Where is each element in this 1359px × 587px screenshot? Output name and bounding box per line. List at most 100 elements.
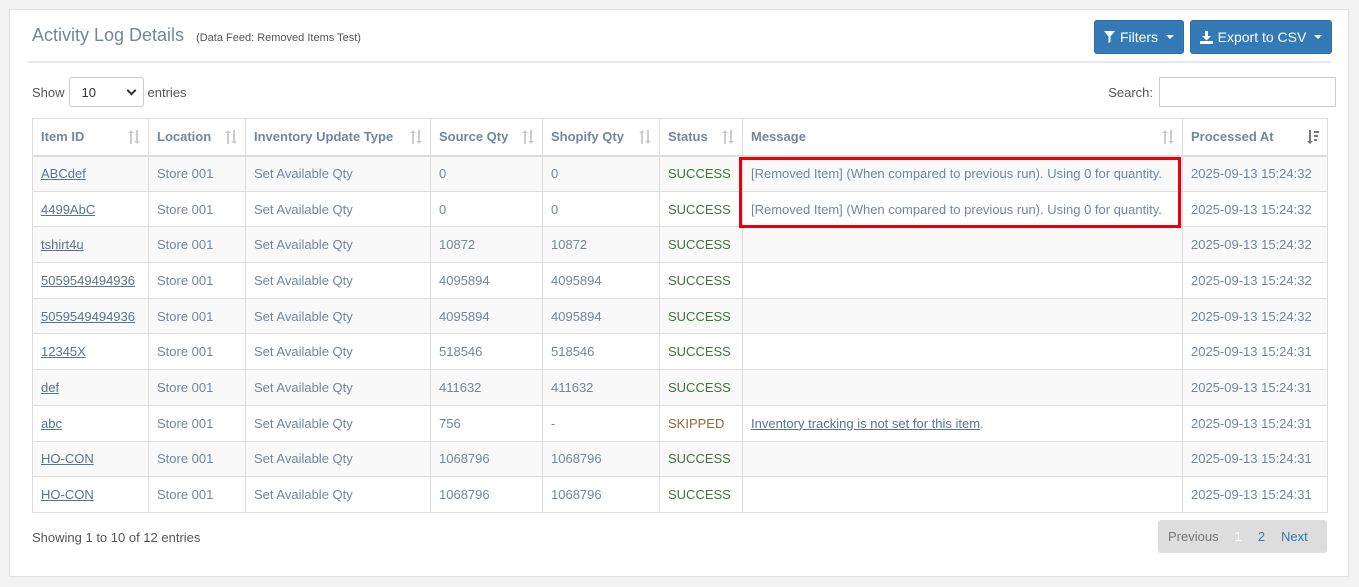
cell-update-type: Set Available Qty <box>245 404 431 442</box>
cell-item-id: tshirt4u <box>32 226 149 264</box>
table-row: tshirt4u Store 001 Set Available Qty 10872 1… <box>32 226 1328 264</box>
item-id-link[interactable]: abc <box>41 416 62 431</box>
cell-item-id: HO-CON <box>32 476 149 513</box>
sort-icon <box>128 130 140 147</box>
column-header-inventory-update-type[interactable]: Inventory Update Type <box>245 118 431 157</box>
cell-status: SUCCESS <box>659 155 743 192</box>
pagination-next[interactable]: Next <box>1273 529 1316 544</box>
cell-status: SUCCESS <box>659 333 743 371</box>
item-id-link[interactable]: 12345X <box>41 344 86 359</box>
cell-source-qty: 0 <box>430 190 543 228</box>
item-id-link[interactable]: 4499AbC <box>41 202 95 217</box>
column-header-label: Location <box>157 129 212 145</box>
pagination-page-2[interactable]: 2 <box>1250 529 1273 544</box>
cell-update-type: Set Available Qty <box>245 297 431 335</box>
cell-item-id: 4499AbC <box>32 190 149 228</box>
cell-location: Store 001 <box>148 440 246 478</box>
cell-shopify-qty: 0 <box>542 190 660 228</box>
item-id-link[interactable]: HO-CON <box>41 487 94 502</box>
page-title-text: Activity Log Details <box>32 25 185 45</box>
column-header-label: Source Qty <box>439 129 509 145</box>
cell-processed-at: 2025-09-13 15:24:32 <box>1182 226 1328 264</box>
table-row: HO-CON Store 001 Set Available Qty 1068796 1… <box>32 476 1328 513</box>
search-input[interactable] <box>1159 77 1336 107</box>
column-header-shopify-qty[interactable]: Shopify Qty <box>542 118 660 157</box>
entries-label: entries <box>147 84 187 100</box>
cell-location: Store 001 <box>148 476 246 513</box>
entries-select[interactable]: 10 <box>68 77 144 107</box>
activity-log-table: Item ID Location Inventory Update Type Sour… <box>32 118 1328 513</box>
cell-shopify-qty: 4095894 <box>542 262 660 299</box>
entries-select-value: 10 <box>81 84 96 100</box>
cell-location: Store 001 <box>148 226 246 264</box>
item-id-link[interactable]: HO-CON <box>41 451 94 466</box>
cell-processed-at: 2025-09-13 15:24:31 <box>1182 476 1328 513</box>
pagination-page-1[interactable]: 1 <box>1227 529 1250 544</box>
column-header-processed-at[interactable]: Processed At <box>1182 118 1328 157</box>
sort-icon <box>1162 130 1174 147</box>
cell-status: SUCCESS <box>659 226 743 264</box>
column-header-item-id[interactable]: Item ID <box>32 118 149 157</box>
cell-source-qty: 756 <box>430 404 543 442</box>
filter-icon <box>1103 31 1115 43</box>
item-id-link[interactable]: def <box>41 380 59 395</box>
column-header-label: Shopify Qty <box>551 129 624 145</box>
filters-button-label: Filters <box>1119 29 1159 45</box>
sort-desc-icon <box>1307 130 1319 147</box>
cell-status: SUCCESS <box>659 440 743 478</box>
pagination-previous[interactable]: Previous <box>1158 529 1227 544</box>
cell-source-qty: 1068796 <box>430 476 543 513</box>
table-info: Showing 1 to 10 of 12 entries <box>32 530 201 545</box>
message-link[interactable]: Inventory tracking is not set for this i… <box>751 416 980 431</box>
cell-item-id: 12345X <box>32 333 149 371</box>
cell-message: [Removed Item] (When compared to previou… <box>742 190 1183 228</box>
caret-down-icon <box>1166 35 1175 39</box>
activity-log-panel: Activity Log Details (Data Feed: Removed … <box>9 9 1349 577</box>
cell-shopify-qty: 4095894 <box>542 297 660 335</box>
column-header-status[interactable]: Status <box>659 118 743 157</box>
cell-update-type: Set Available Qty <box>245 440 431 478</box>
column-header-label: Item ID <box>41 129 85 145</box>
cell-location: Store 001 <box>148 190 246 228</box>
search-control: Search: <box>1108 77 1336 107</box>
table-row: def Store 001 Set Available Qty 411632 41163… <box>32 369 1328 406</box>
export-button-label: Export to CSV <box>1217 29 1307 45</box>
cell-processed-at: 2025-09-13 15:24:31 <box>1182 369 1328 406</box>
item-id-link[interactable]: ABCdef <box>41 166 86 181</box>
item-id-link[interactable]: tshirt4u <box>41 237 84 252</box>
table-body: ABCdef Store 001 Set Available Qty 0 0 SUCCES… <box>32 155 1328 513</box>
cell-source-qty: 0 <box>430 155 543 192</box>
table-header-row: Item ID Location Inventory Update Type Sour… <box>32 118 1328 157</box>
cell-message <box>742 226 1183 264</box>
column-header-location[interactable]: Location <box>148 118 246 157</box>
column-header-source-qty[interactable]: Source Qty <box>430 118 543 157</box>
column-header-label: Status <box>668 129 708 145</box>
table-row: 5059549494936 Store 001 Set Available Qty 4… <box>32 262 1328 299</box>
panel-header: Activity Log Details (Data Feed: Removed … <box>28 10 1332 63</box>
cell-message <box>742 476 1183 513</box>
column-header-label: Processed At <box>1191 129 1274 145</box>
cell-update-type: Set Available Qty <box>245 262 431 299</box>
item-id-link[interactable]: 5059549494936 <box>41 273 135 288</box>
item-id-link[interactable]: 5059549494936 <box>41 309 135 324</box>
table-row: 12345X Store 001 Set Available Qty 518546 51… <box>32 333 1328 371</box>
cell-shopify-qty: 1068796 <box>542 440 660 478</box>
export-csv-button[interactable]: Export to CSV <box>1190 20 1332 54</box>
cell-source-qty: 411632 <box>430 369 543 406</box>
cell-location: Store 001 <box>148 297 246 335</box>
cell-status: SUCCESS <box>659 190 743 228</box>
pagination: Previous 1 2 Next <box>1158 520 1327 553</box>
cell-update-type: Set Available Qty <box>245 369 431 406</box>
column-header-message[interactable]: Message <box>742 118 1183 157</box>
table-row: 4499AbC Store 001 Set Available Qty 0 0 SUCCE… <box>32 190 1328 228</box>
cell-update-type: Set Available Qty <box>245 476 431 513</box>
page-title: Activity Log Details (Data Feed: Removed … <box>32 25 361 46</box>
filters-button[interactable]: Filters <box>1094 20 1184 54</box>
cell-source-qty: 10872 <box>430 226 543 264</box>
cell-processed-at: 2025-09-13 15:24:31 <box>1182 333 1328 371</box>
cell-item-id: ABCdef <box>32 155 149 192</box>
cell-source-qty: 4095894 <box>430 262 543 299</box>
cell-location: Store 001 <box>148 369 246 406</box>
table-row: 5059549494936 Store 001 Set Available Qty 4… <box>32 297 1328 335</box>
show-label: Show <box>32 84 65 100</box>
